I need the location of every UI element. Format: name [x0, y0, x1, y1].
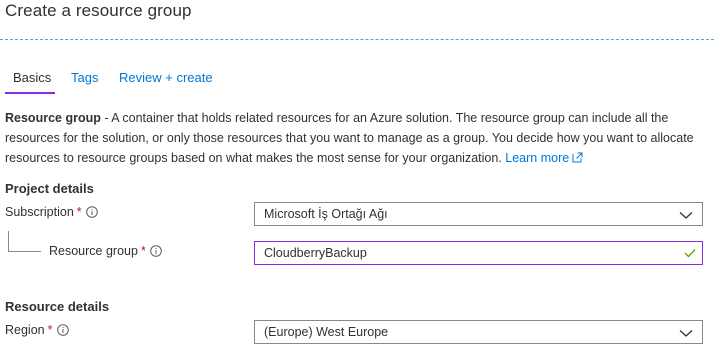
- header-divider: [0, 39, 714, 40]
- chevron-down-icon: [679, 327, 693, 341]
- required-marker: *: [76, 205, 82, 219]
- description-text: - A container that holds related resourc…: [5, 111, 694, 165]
- tab-tags[interactable]: Tags: [71, 70, 98, 85]
- learn-more-link[interactable]: Learn more: [505, 151, 569, 165]
- info-icon[interactable]: [56, 324, 69, 339]
- region-value: (Europe) West Europe: [264, 325, 389, 339]
- page-title: Create a resource group: [5, 1, 192, 20]
- resource-group-label-text: Resource group: [49, 244, 138, 258]
- resource-group-label: Resource group *: [49, 244, 162, 260]
- tab-basics[interactable]: Basics: [13, 70, 51, 85]
- resource-group-input[interactable]: CloudberryBackup: [254, 241, 703, 265]
- external-link-icon[interactable]: [572, 149, 583, 169]
- region-select[interactable]: (Europe) West Europe: [254, 320, 703, 344]
- chevron-down-icon: [679, 209, 693, 223]
- region-label: Region *: [5, 323, 69, 339]
- resource-group-description: Resource group - A container that holds …: [5, 108, 705, 169]
- subscription-label: Subscription *: [5, 205, 98, 221]
- subscription-label-text: Subscription: [5, 205, 74, 219]
- subscription-select[interactable]: Microsoft İş Ortağı Ağı: [254, 202, 703, 226]
- info-icon[interactable]: [150, 245, 162, 260]
- tab-review-create[interactable]: Review + create: [119, 70, 213, 85]
- checkmark-icon: [684, 247, 696, 261]
- subscription-value: Microsoft İş Ortağı Ağı: [264, 207, 388, 221]
- required-marker: *: [47, 323, 53, 337]
- resource-group-value: CloudberryBackup: [264, 246, 367, 260]
- active-tab-indicator: [5, 92, 55, 94]
- region-label-text: Region: [5, 323, 45, 337]
- description-term: Resource group: [5, 111, 101, 125]
- project-details-heading: Project details: [5, 181, 94, 196]
- info-icon[interactable]: [85, 206, 98, 221]
- resource-details-heading: Resource details: [5, 299, 110, 314]
- required-marker: *: [140, 244, 146, 258]
- hierarchy-connector: [8, 231, 41, 252]
